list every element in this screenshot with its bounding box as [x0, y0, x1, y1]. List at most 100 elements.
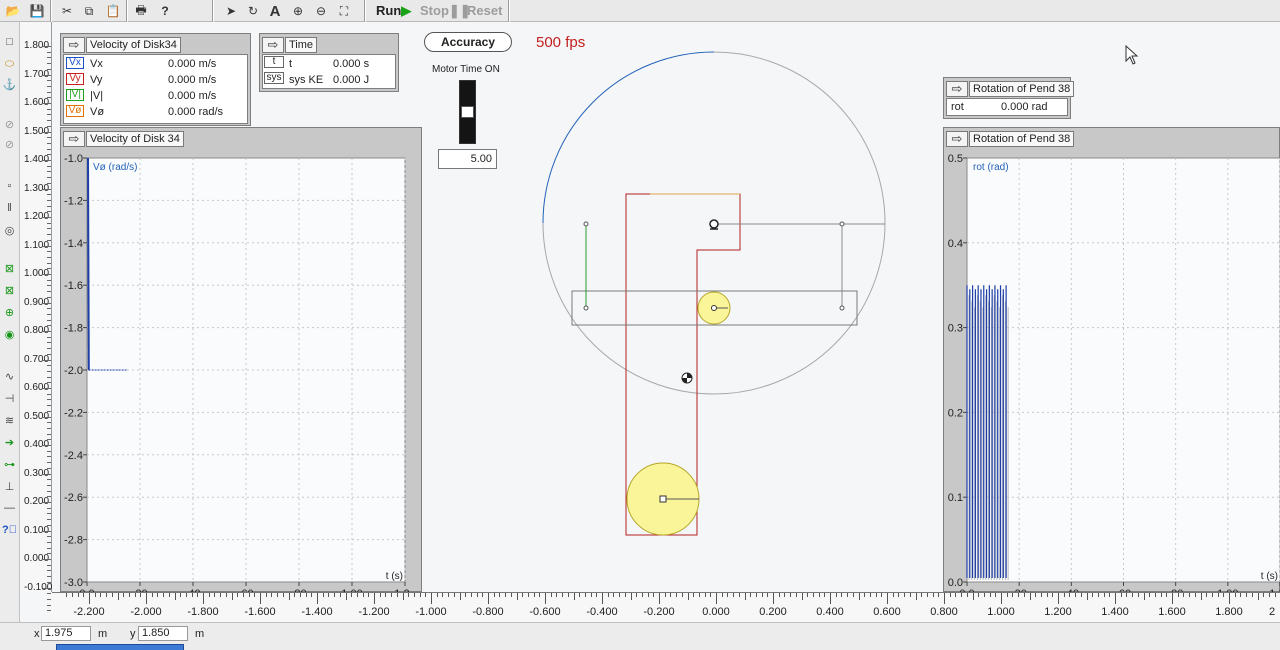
motor-time-input[interactable]: 5.00 [438, 149, 497, 169]
sys-chip[interactable]: sys [264, 72, 284, 84]
copy-icon[interactable]: ⧉ [80, 2, 98, 20]
anchor-icon[interactable]: ⚓ [1, 76, 18, 92]
cut-icon[interactable]: ✂ [58, 2, 76, 20]
zoom-fit-icon[interactable]: ⛶ [335, 2, 353, 20]
motor-icon[interactable]: ⊕ [1, 304, 18, 320]
vruler-tick [47, 205, 51, 207]
joint-point[interactable] [839, 221, 845, 227]
hruler-label: -1.200 [358, 606, 390, 618]
hruler-tick [761, 593, 763, 597]
pin-joint-icon[interactable]: ⊘ [1, 116, 18, 132]
x-coord-field[interactable]: 1.975 [41, 626, 91, 641]
motor-time-slider[interactable] [459, 80, 476, 144]
vruler-tick [43, 530, 51, 532]
hruler-tick [579, 593, 581, 597]
help-tool-icon[interactable]: ?⃝ [1, 522, 18, 538]
play-icon: ▶ [401, 3, 412, 18]
rotate-icon[interactable]: ↻ [244, 2, 262, 20]
hruler-tick [482, 593, 484, 597]
run-button[interactable]: Run▶ [376, 3, 411, 19]
save-icon[interactable]: 💾 [28, 2, 46, 20]
polygon-icon[interactable]: ⬭ [1, 56, 18, 72]
vruler-tick [43, 502, 51, 503]
slider-thumb[interactable] [461, 106, 474, 118]
spring-icon[interactable]: ∿ [1, 368, 18, 384]
rigid-joint-icon[interactable]: ⊠ [1, 260, 18, 276]
meter-menu-arrow-icon[interactable]: ⇨ [946, 130, 968, 147]
hruler-tick [140, 593, 142, 597]
zoom-in-icon[interactable]: ⊕ [289, 2, 307, 20]
text-tool-icon[interactable]: A [266, 2, 284, 20]
meter-header: ⇨ Rotation of Pend 38 [946, 80, 1075, 97]
velocity-digital-meter[interactable]: ⇨ Velocity of Disk34 Vx Vy |V| Vø Vx Vy … [60, 33, 251, 126]
horizontal-scrollbar[interactable] [56, 644, 184, 650]
rotation-graph-plot[interactable]: 0.50.40.30.20.10.00.0.20.40.60.801.001.2… [943, 148, 1280, 594]
hruler-tick [117, 593, 119, 600]
rectangle-icon[interactable]: ▫ [1, 178, 18, 194]
vy-chip[interactable]: Vy [66, 73, 84, 85]
pin-joint[interactable] [711, 305, 717, 311]
torque-icon[interactable]: ⊶ [1, 456, 18, 472]
hruler-tick [260, 593, 261, 604]
separator-icon[interactable]: ⊥ [1, 478, 18, 494]
motor-icon[interactable] [709, 219, 719, 229]
vphi-value: 0.000 rad/s [168, 106, 224, 118]
hruler-tick [345, 593, 347, 600]
vruler-tick [47, 456, 51, 458]
open-folder-icon[interactable]: 📂 [4, 2, 22, 20]
print-icon[interactable]: 🖶 [132, 2, 150, 20]
vruler-tick [47, 365, 51, 367]
t-chip[interactable]: t [264, 56, 284, 68]
arrow-select-icon[interactable]: ➤ [222, 2, 240, 20]
hruler-tick [778, 593, 780, 597]
vx-chip[interactable]: Vx [66, 57, 84, 69]
hruler-tick [983, 593, 985, 597]
y-coord-label: y [130, 628, 136, 640]
hruler-tick [636, 593, 638, 597]
reset-button[interactable]: Reset [467, 3, 502, 18]
mechanism-drawing[interactable] [530, 45, 900, 545]
hruler-tick [282, 593, 284, 597]
zoom-out-icon[interactable]: ⊖ [312, 2, 330, 20]
vphi-chip[interactable]: Vø [66, 105, 84, 117]
actuator-icon[interactable]: ◉ [1, 326, 18, 342]
hruler-label: -2.000 [130, 606, 162, 618]
stop-button[interactable]: Stop❚❚ [420, 3, 471, 19]
paste-icon[interactable]: 📋 [104, 2, 122, 20]
force-icon[interactable]: ➔ [1, 434, 18, 450]
hruler-tick [1046, 593, 1048, 597]
meter-menu-arrow-icon[interactable]: ⇨ [63, 36, 85, 53]
joint-point[interactable] [839, 305, 845, 311]
rotation-digital-meter[interactable]: ⇨ Rotation of Pend 38 rot 0.000 rad [943, 77, 1075, 119]
square-icon[interactable]: □ [1, 34, 18, 50]
vruler-tick [47, 490, 51, 492]
damper-icon[interactable]: ⊣ [1, 390, 18, 406]
circle-icon[interactable]: ◎ [1, 222, 18, 238]
line-icon[interactable]: — [1, 500, 18, 516]
vmag-chip[interactable]: |V| [66, 89, 84, 101]
y-coord-field[interactable]: 1.850 [138, 626, 188, 641]
joint-point[interactable] [583, 221, 589, 227]
joint-icon[interactable]: ⊠ [1, 282, 18, 298]
meter-menu-arrow-icon[interactable]: ⇨ [946, 80, 968, 97]
slot-joint-icon[interactable]: ‖ [1, 200, 18, 216]
meter-menu-arrow-icon[interactable]: ⇨ [262, 36, 284, 53]
hruler-tick [185, 593, 187, 597]
vruler-tick [47, 593, 51, 595]
accuracy-button[interactable]: Accuracy [424, 32, 512, 52]
velocity-graph-plot[interactable]: -1.0 -1.2 -1.4 -1.6 -1.8 -2.0 -2.2 -2.4 -2.6 -2.8… [60, 148, 410, 594]
hruler-tick [168, 593, 170, 597]
hruler-tick [869, 593, 871, 597]
slot-icon[interactable]: ⊘ [1, 136, 18, 152]
meter-menu-arrow-icon[interactable]: ⇨ [63, 130, 85, 147]
time-meter[interactable]: ⇨ Time t sys t sys KE 0.000 s 0.000 J [259, 33, 399, 92]
rope-icon[interactable]: ≋ [1, 412, 18, 428]
disk-pin[interactable] [659, 495, 667, 503]
hruler-tick [944, 593, 945, 604]
hruler-tick [1040, 593, 1042, 597]
joint-point[interactable] [583, 305, 589, 311]
vruler-tick [47, 313, 51, 315]
hruler-tick [197, 593, 199, 597]
help-icon[interactable]: ? [156, 2, 174, 20]
vy-value: 0.000 m/s [168, 74, 217, 86]
